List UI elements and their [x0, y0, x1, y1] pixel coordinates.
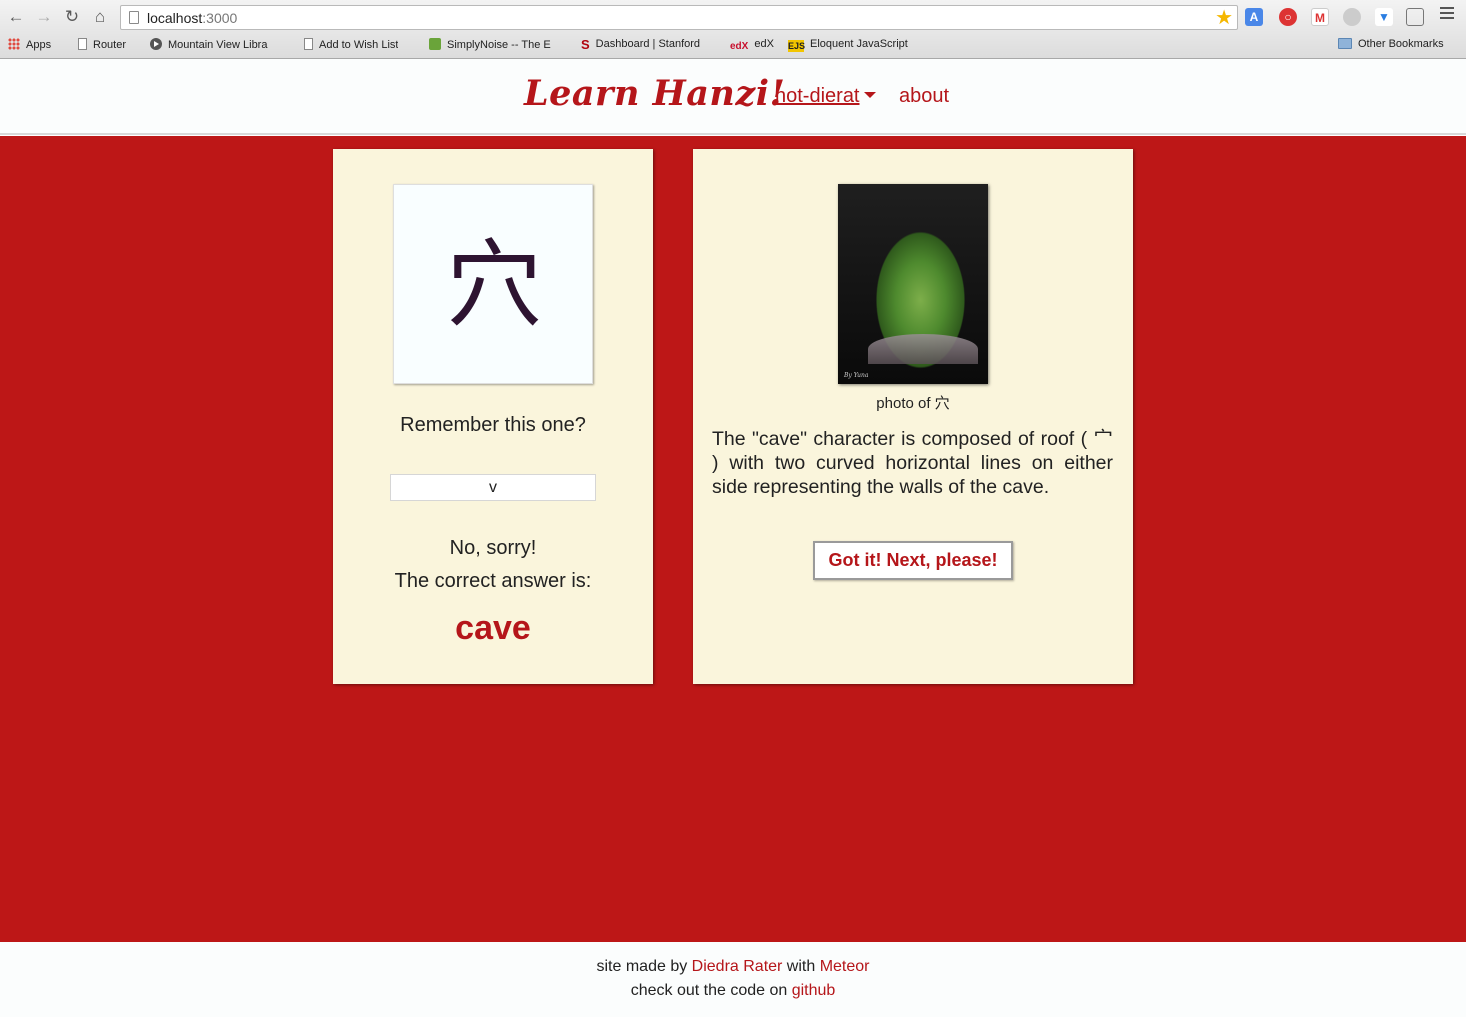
extension-circle-icon[interactable]	[1343, 8, 1361, 26]
bookmark-other-bookmarks[interactable]: Other Bookmarks	[1338, 38, 1444, 50]
bookmark-star-icon[interactable]: ★	[1215, 6, 1233, 30]
simplynoise-icon	[429, 38, 441, 50]
bookmark-stanford-dashboard[interactable]: S Dashboard | Stanford	[581, 38, 715, 51]
stanford-icon: S	[581, 38, 590, 51]
next-button[interactable]: Got it! Next, please!	[813, 541, 1013, 580]
user-dropdown[interactable]: not-dierat	[775, 85, 876, 108]
hanzi-tile: 穴	[393, 184, 593, 384]
meteor-link[interactable]: Meteor	[820, 958, 870, 975]
main-content: 穴 Remember this one? No, sorry! The corr…	[0, 136, 1466, 942]
bookmark-router[interactable]: Router	[78, 38, 126, 51]
site-brand[interactable]: Learn Hanzi!	[524, 73, 785, 114]
ejs-icon: EJS	[788, 40, 806, 52]
browser-chrome: ← → ↻ ⌂ localhost:3000 ★ A ○ M ▼ Apps Ro…	[0, 0, 1466, 59]
bookmarks-bar: Apps Router Mountain View Libra Add to W…	[0, 35, 1466, 57]
cast-icon[interactable]	[1406, 8, 1424, 26]
caret-down-icon	[863, 92, 876, 98]
quiz-prompt: Remember this one?	[400, 414, 586, 436]
forward-icon[interactable]: →	[34, 7, 54, 27]
about-link[interactable]: about	[899, 85, 949, 108]
address-bar[interactable]: localhost:3000 ★	[120, 5, 1238, 30]
bookmark-mountain-view-library[interactable]: Mountain View Libra	[150, 38, 284, 51]
home-icon[interactable]: ⌂	[90, 7, 110, 27]
github-link[interactable]: github	[792, 982, 836, 999]
apps-grid-icon	[8, 38, 20, 50]
bookmark-edx[interactable]: edX edX	[730, 38, 774, 53]
correct-answer: cave	[455, 609, 531, 647]
answer-input[interactable]	[390, 474, 596, 501]
photo-caption: photo of 穴	[876, 395, 950, 412]
character-description: The "cave" character is composed of roof…	[712, 428, 1113, 498]
correct-answer-label: The correct answer is:	[394, 570, 592, 592]
page-icon	[304, 38, 313, 50]
reload-icon[interactable]: ↻	[62, 7, 82, 27]
quiz-card: 穴 Remember this one? No, sorry! The corr…	[333, 149, 653, 684]
page-icon	[78, 38, 87, 50]
vimeo-icon[interactable]: ▼	[1375, 8, 1393, 26]
footer-source: check out the code on github	[630, 982, 836, 999]
cave-photo: By Yuna	[838, 184, 988, 384]
page-icon	[129, 11, 139, 24]
result-message: No, sorry!	[449, 537, 537, 559]
back-icon[interactable]: ←	[6, 7, 26, 27]
bookmark-eloquent-javascript[interactable]: EJS Eloquent JavaScript	[788, 38, 908, 52]
chrome-menu-icon[interactable]	[1440, 7, 1454, 21]
hanzi-character: 穴	[446, 229, 542, 341]
site-header: Learn Hanzi! not-dierat about	[0, 59, 1466, 135]
bookmark-wish-list[interactable]: Add to Wish List	[304, 38, 398, 51]
gmail-icon[interactable]: M	[1311, 8, 1329, 26]
footer-credits: site made by Diedra Rater with Meteor	[596, 958, 870, 975]
folder-icon	[1338, 38, 1352, 49]
photo-cave-floor	[868, 334, 978, 364]
user-dropdown-label: not-dierat	[775, 85, 860, 107]
photo-signature: By Yuna	[844, 372, 869, 379]
bookmark-apps[interactable]: Apps	[8, 38, 51, 51]
bookmark-simplynoise[interactable]: SimplyNoise -- The E	[429, 38, 564, 51]
url-text: localhost:3000	[147, 10, 238, 26]
translate-icon[interactable]: A	[1245, 8, 1263, 26]
adblock-icon[interactable]: ○	[1279, 8, 1297, 26]
edx-icon: edX	[730, 41, 749, 52]
play-icon	[150, 38, 162, 50]
explanation-card: By Yuna photo of 穴 The "cave" character …	[693, 149, 1133, 684]
site-footer: site made by Diedra Rater with Meteor ch…	[0, 942, 1466, 1017]
author-link[interactable]: Diedra Rater	[692, 958, 783, 975]
